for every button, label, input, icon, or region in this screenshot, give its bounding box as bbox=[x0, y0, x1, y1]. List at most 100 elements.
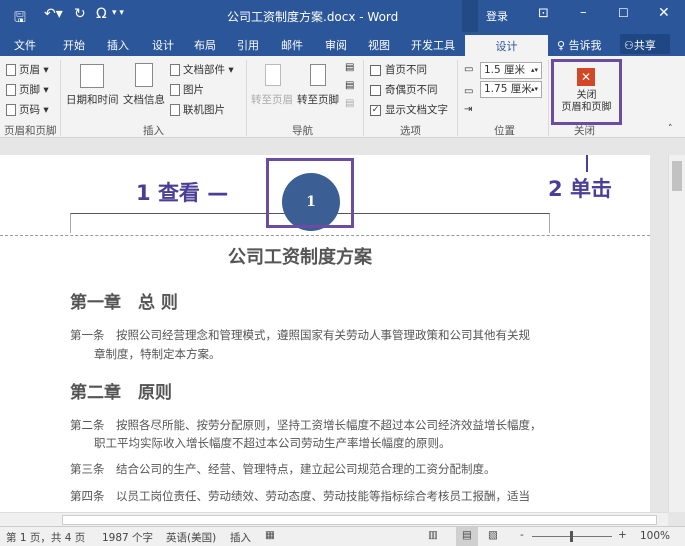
quick-parts-button[interactable]: 文档部件 ▾ bbox=[170, 62, 234, 77]
sign-in-link[interactable]: 登录 bbox=[486, 8, 508, 24]
document-info-button[interactable]: 文档信息 bbox=[123, 92, 165, 107]
paragraph: 职工平均实际收入增长幅度不超过本公司劳动生产率增长幅度的原则。 bbox=[94, 436, 451, 450]
document-info-icon bbox=[135, 63, 153, 87]
annotation-view: 1 查看 — bbox=[136, 181, 229, 205]
group-label: 关闭 bbox=[574, 125, 595, 137]
paragraph: 章制度，特制定本方案。 bbox=[94, 347, 221, 361]
close-label: 关闭 bbox=[576, 90, 597, 101]
tab-review[interactable]: 审阅 bbox=[325, 37, 347, 53]
status-bar: 第 1 页，共 4 页 1987 个字 英语(美国) 插入 ▦ ▥ ▤ ▧ - … bbox=[0, 526, 685, 546]
paragraph: 第四条 以员工岗位责任、劳动绩效、劳动态度、劳动技能等指标综合考核员工报酬，适当 bbox=[70, 489, 530, 503]
group-label: 插入 bbox=[143, 125, 164, 137]
annotation-line bbox=[586, 155, 588, 172]
online-picture-button[interactable]: 联机图片 bbox=[170, 102, 225, 117]
goto-footer-button[interactable]: 转至页脚 bbox=[297, 92, 339, 107]
link-to-previous-icon[interactable]: ▤ bbox=[345, 98, 354, 109]
group-label: 页眉和页脚 bbox=[4, 125, 57, 137]
header-position-input[interactable]: 1.5 厘米 ▴▾ bbox=[480, 62, 542, 79]
page-number-button[interactable]: 页码 ▾ bbox=[6, 102, 49, 117]
previous-icon[interactable]: ▤ bbox=[345, 62, 354, 73]
highlight-box bbox=[266, 158, 354, 228]
ribbon-tabs: 文件 开始 插入 设计 布局 引用 邮件 审阅 视图 开发工具 设计 ♀ 告诉我… bbox=[0, 32, 685, 56]
show-document-text-checkbox[interactable]: ✓ 显示文档文字 bbox=[370, 102, 448, 117]
header-button[interactable]: 页眉 ▾ bbox=[6, 62, 49, 77]
lightbulb-icon: ♀ bbox=[557, 39, 569, 52]
title-bar: 🖫 ↶▾ ↻ Ω ▾ ▾ 公司工资制度方案.docx - Word 登录 ⊡ –… bbox=[0, 0, 685, 32]
picture-icon bbox=[170, 84, 180, 96]
tell-me-button[interactable]: ♀ 告诉我 bbox=[557, 37, 602, 53]
quick-parts-icon bbox=[170, 64, 180, 76]
calendar-clock-icon bbox=[80, 64, 104, 88]
header-icon bbox=[6, 64, 16, 76]
language[interactable]: 英语(美国) bbox=[166, 530, 216, 545]
header-position-icon: ▭ bbox=[464, 64, 474, 75]
online-picture-icon bbox=[170, 104, 180, 116]
annotation-click: 2 单击 bbox=[548, 177, 612, 201]
goto-header-button[interactable]: 转至页眉 bbox=[251, 92, 293, 107]
tab-file[interactable]: 文件 bbox=[14, 37, 36, 53]
document-page[interactable]: 1 公司工资制度方案 第一章 总 则 第一条 按照公司经营理念和管理模式，遵照国… bbox=[0, 155, 650, 512]
paragraph: 第三条 结合公司的生产、经营、管理特点，建立起公司规范合理的工资分配制度。 bbox=[70, 462, 496, 476]
document-title: 公司工资制度方案 bbox=[228, 247, 372, 268]
save-icon[interactable]: 🖫 bbox=[14, 7, 26, 31]
page-number-icon bbox=[6, 104, 16, 116]
page-count[interactable]: 第 1 页，共 4 页 bbox=[6, 530, 85, 545]
zoom-out-button[interactable]: - bbox=[520, 529, 524, 541]
different-odd-even-checkbox[interactable]: 奇偶页不同 bbox=[370, 82, 438, 97]
read-mode-icon[interactable]: ▥ bbox=[428, 529, 438, 541]
tab-developer[interactable]: 开发工具 bbox=[411, 37, 455, 53]
undo-icon[interactable]: ↶▾ bbox=[44, 6, 63, 22]
group-label: 选项 bbox=[400, 125, 421, 137]
paragraph: 第二条 按照各尽所能、按劳分配原则，坚持工资增长幅度不超过本公司经济效益增长幅度… bbox=[70, 418, 542, 432]
date-time-button[interactable]: 日期和时间 bbox=[66, 92, 119, 107]
redo-icon[interactable]: ↻ bbox=[74, 6, 86, 22]
close-window-button[interactable]: ✕ bbox=[658, 5, 670, 21]
tab-view[interactable]: 视图 bbox=[368, 37, 390, 53]
tab-design[interactable]: 设计 bbox=[152, 37, 174, 53]
tab-mailings[interactable]: 邮件 bbox=[281, 37, 303, 53]
picture-button[interactable]: 图片 bbox=[170, 82, 204, 97]
share-button[interactable]: ⚇共享 bbox=[620, 34, 670, 54]
tab-header-footer-design[interactable]: 设计 bbox=[465, 35, 548, 56]
window-title: 公司工资制度方案.docx - Word bbox=[227, 10, 399, 24]
next-icon[interactable]: ▤ bbox=[345, 80, 354, 91]
group-label: 导航 bbox=[292, 125, 313, 137]
zoom-slider-thumb[interactable] bbox=[570, 531, 573, 542]
document-area[interactable]: 1 公司工资制度方案 第一章 总 则 第一条 按照公司经营理念和管理模式，遵照国… bbox=[0, 155, 668, 512]
footer-position-input[interactable]: 1.75 厘米 ▴▾ bbox=[480, 81, 542, 98]
footer-icon bbox=[6, 84, 16, 96]
tab-layout[interactable]: 布局 bbox=[194, 37, 216, 53]
group-label: 位置 bbox=[494, 125, 515, 137]
footer-position-icon: ▭ bbox=[464, 86, 474, 97]
word-count[interactable]: 1987 个字 bbox=[102, 530, 153, 545]
symbol-button[interactable]: Ω bbox=[96, 6, 107, 22]
horizontal-scrollbar[interactable] bbox=[0, 512, 668, 526]
chapter-heading: 第一章 总 则 bbox=[70, 293, 178, 313]
web-layout-icon[interactable]: ▧ bbox=[488, 529, 498, 541]
paragraph: 第一条 按照公司经营理念和管理模式，遵照国家有关劳动人事管理政策和公司其他有关规 bbox=[70, 328, 530, 342]
different-first-page-checkbox[interactable]: 首页不同 bbox=[370, 62, 427, 77]
close-label: 页眉和页脚 bbox=[561, 102, 612, 113]
vertical-scrollbar[interactable] bbox=[668, 155, 685, 512]
insert-mode[interactable]: 插入 bbox=[230, 530, 251, 545]
tab-references[interactable]: 引用 bbox=[237, 37, 259, 53]
macro-icon[interactable]: ▦ bbox=[265, 529, 275, 541]
goto-footer-icon bbox=[310, 64, 326, 86]
ribbon: 页眉 ▾ 页脚 ▾ 页码 ▾ 页眉和页脚 日期和时间 文档信息 文档部件 ▾ 图… bbox=[0, 56, 685, 138]
goto-header-icon bbox=[265, 64, 281, 86]
footer-button[interactable]: 页脚 ▾ bbox=[6, 82, 49, 97]
ribbon-display-options-icon[interactable]: ⊡ bbox=[538, 6, 549, 21]
insert-alignment-tab-icon[interactable]: ⇥ bbox=[464, 104, 472, 115]
print-layout-icon[interactable]: ▤ bbox=[456, 527, 478, 546]
tab-home[interactable]: 开始 bbox=[63, 37, 85, 53]
tab-insert[interactable]: 插入 bbox=[107, 37, 129, 53]
minimize-button[interactable]: – bbox=[580, 5, 587, 20]
close-x-icon: ✕ bbox=[577, 68, 595, 86]
qat-customize-icon[interactable]: ▾ ▾ bbox=[112, 8, 124, 18]
close-header-footer-button[interactable]: ✕ 关闭 页眉和页脚 bbox=[551, 59, 622, 125]
person-icon: ⚇ bbox=[624, 39, 634, 52]
maximize-button[interactable]: ☐ bbox=[618, 6, 629, 20]
zoom-level[interactable]: 100% bbox=[640, 530, 670, 542]
collapse-ribbon-icon[interactable]: ˄ bbox=[668, 124, 673, 134]
zoom-in-button[interactable]: + bbox=[618, 529, 627, 541]
